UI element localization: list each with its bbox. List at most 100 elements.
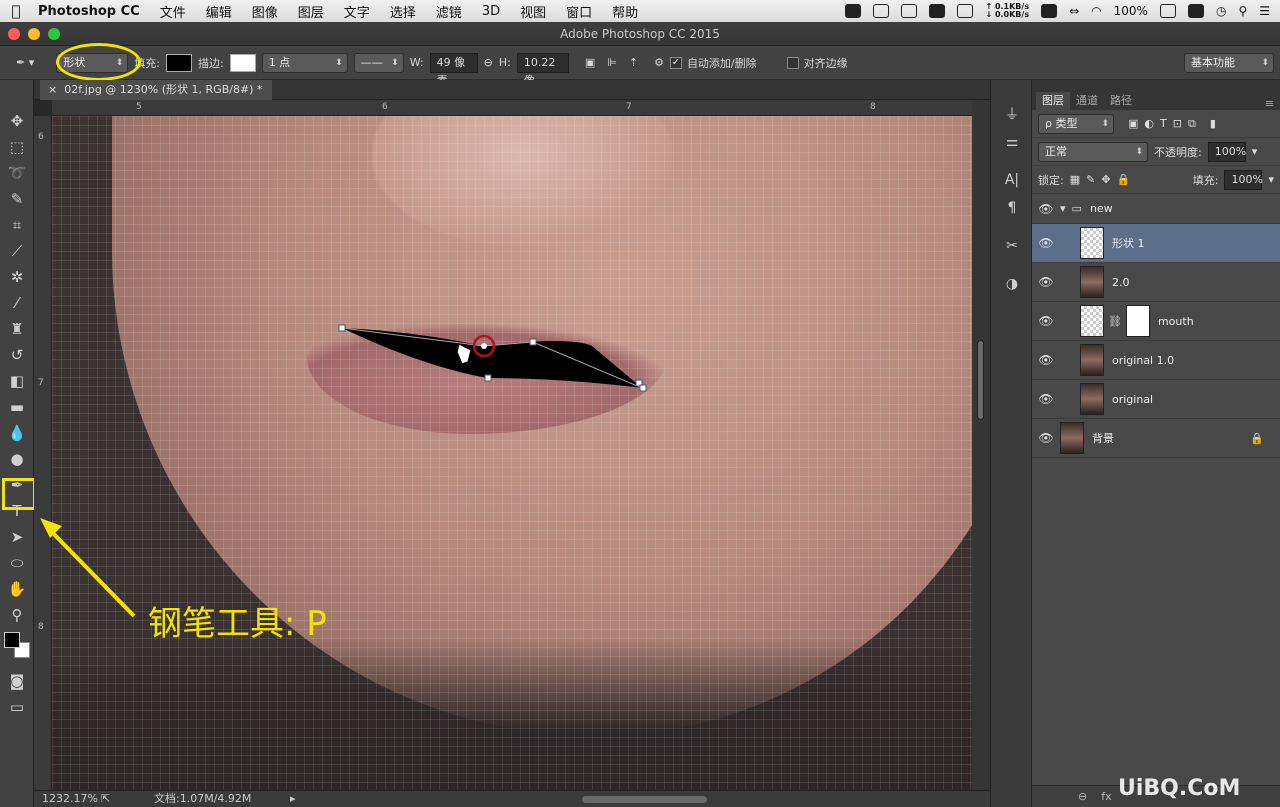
- brush-tool-icon[interactable]: ⁄: [0, 290, 34, 316]
- layer-row-selected[interactable]: 👁 形状 1: [1032, 224, 1280, 263]
- share-icon[interactable]: ⇱: [101, 791, 110, 807]
- qq-icon[interactable]: [845, 4, 862, 18]
- horizontal-scroll-thumb[interactable]: [582, 796, 707, 803]
- tools-presets-icon[interactable]: ✂: [991, 232, 1033, 260]
- fill-swatch[interactable]: [165, 53, 192, 72]
- history-brush-tool-icon[interactable]: ↺: [0, 342, 34, 368]
- character-panel-icon[interactable]: A|: [991, 166, 1033, 194]
- visibility-eye-icon[interactable]: 👁: [1032, 431, 1060, 445]
- hand-tool-icon[interactable]: ✋: [0, 576, 34, 602]
- clock-icon[interactable]: ◷: [1216, 4, 1226, 18]
- s-app-icon[interactable]: [1187, 4, 1204, 18]
- visibility-eye-icon[interactable]: 👁: [1032, 353, 1060, 367]
- fill-dropdown-icon[interactable]: ▾: [1268, 173, 1274, 186]
- quick-select-tool-icon[interactable]: ✎: [0, 186, 34, 212]
- lasso-tool-icon[interactable]: ➰: [0, 160, 34, 186]
- notification-list-icon[interactable]: ☰: [1259, 4, 1270, 18]
- apple-menu-icon[interactable]: : [0, 2, 32, 20]
- paragraph-panel-icon[interactable]: ¶: [991, 194, 1033, 222]
- clipboard-icon[interactable]: [929, 4, 946, 18]
- visibility-eye-icon[interactable]: 👁: [1032, 392, 1060, 406]
- gradient-tool-icon[interactable]: ▬: [0, 394, 34, 420]
- menu-view[interactable]: 视图: [510, 2, 556, 21]
- menu-filter[interactable]: 滤镜: [426, 2, 472, 21]
- vertical-scrollbar[interactable]: [972, 100, 990, 790]
- layer-row-group[interactable]: 👁 ▾ ▭ new: [1032, 194, 1280, 224]
- active-anchor-point[interactable]: [481, 343, 487, 349]
- filter-toggle-icon[interactable]: ▮: [1210, 117, 1216, 130]
- document-tab[interactable]: × 02f.jpg @ 1230% (形状 1, RGB/8#) *: [40, 80, 273, 100]
- lock-all-icon[interactable]: 🔒: [1117, 173, 1131, 186]
- ellipse-tool-icon[interactable]: ⬭: [0, 550, 34, 576]
- path-operations-icon[interactable]: ▣: [585, 56, 595, 69]
- status-menu-arrow-icon[interactable]: ▸: [290, 791, 296, 807]
- height-field[interactable]: 10.22 像: [516, 52, 569, 87]
- path-alignment-icon[interactable]: ⊫: [607, 56, 617, 69]
- panel-menu-icon[interactable]: ≡: [1265, 97, 1274, 110]
- quick-mask-icon[interactable]: ◙: [0, 668, 34, 694]
- eraser-tool-icon[interactable]: ◧: [0, 368, 34, 394]
- history-panel-icon[interactable]: ⏚: [991, 100, 1033, 128]
- filter-adjustment-icon[interactable]: ◐: [1144, 117, 1154, 130]
- opacity-field[interactable]: 100%: [1207, 141, 1246, 162]
- zoom-level[interactable]: 1232.17%: [42, 791, 98, 807]
- menu-3d[interactable]: 3D: [472, 4, 510, 19]
- mask-link-icon[interactable]: ⛓: [1108, 315, 1122, 328]
- lock-transparent-icon[interactable]: ▦: [1070, 173, 1080, 186]
- filter-smart-object-icon[interactable]: ⧉: [1188, 117, 1196, 131]
- anchor-point[interactable]: [338, 324, 346, 332]
- menu-help[interactable]: 帮助: [602, 2, 648, 21]
- menu-file[interactable]: 文件: [150, 2, 196, 21]
- marquee-tool-icon[interactable]: ⬚: [0, 134, 34, 160]
- menubar-app-icon[interactable]: [957, 4, 974, 18]
- layer-style-icon[interactable]: fx: [1101, 790, 1111, 803]
- visibility-eye-icon[interactable]: 👁: [1032, 236, 1060, 250]
- group-expand-icon[interactable]: ▾: [1060, 202, 1066, 215]
- wifi-icon[interactable]: ◠: [1091, 4, 1101, 18]
- eyedropper-tool-icon[interactable]: ⟋: [0, 238, 34, 264]
- filter-shape-icon[interactable]: ⊡: [1173, 117, 1182, 130]
- camera-icon[interactable]: [901, 4, 918, 18]
- drive-icon[interactable]: [1041, 4, 1058, 18]
- document-canvas[interactable]: [52, 116, 972, 790]
- visibility-eye-icon[interactable]: 👁: [1032, 202, 1060, 216]
- stroke-swatch[interactable]: [229, 53, 256, 72]
- dodge-tool-icon[interactable]: ●: [0, 446, 34, 472]
- transfer-icon[interactable]: ⇔: [1069, 4, 1079, 18]
- close-window-button[interactable]: [8, 28, 20, 40]
- visibility-eye-icon[interactable]: 👁: [1032, 275, 1060, 289]
- layer-row[interactable]: 👁 original 1.0: [1032, 341, 1280, 380]
- lock-position-icon[interactable]: ✥: [1101, 173, 1110, 186]
- menu-type[interactable]: 文字: [334, 2, 380, 21]
- tab-channels[interactable]: 通道: [1070, 92, 1104, 110]
- anchor-point[interactable]: [639, 384, 647, 392]
- filter-pixel-icon[interactable]: ▣: [1128, 117, 1138, 130]
- tab-layers[interactable]: 图层: [1036, 92, 1070, 110]
- screen-mode-icon[interactable]: ▭: [0, 694, 34, 720]
- workspace-select[interactable]: 基本功能: [1184, 52, 1274, 73]
- gear-icon[interactable]: ⚙: [654, 56, 664, 69]
- layer-filter-select[interactable]: ρ 类型: [1038, 113, 1114, 134]
- menu-edit[interactable]: 编辑: [196, 2, 242, 21]
- link-layers-icon[interactable]: ⊖: [1078, 790, 1087, 803]
- adjustments-panel-icon[interactable]: ◑: [991, 270, 1033, 298]
- path-arrangement-icon[interactable]: ⇡: [629, 56, 638, 69]
- zoom-tool-icon[interactable]: ⚲: [0, 602, 34, 628]
- menu-layer[interactable]: 图层: [288, 2, 334, 21]
- path-selection-tool-icon[interactable]: ➤: [0, 524, 34, 550]
- auto-add-delete-checkbox[interactable]: ✓ 自动添加/删除: [669, 55, 757, 71]
- zoom-window-button[interactable]: [48, 28, 60, 40]
- visibility-eye-icon[interactable]: 👁: [1032, 314, 1060, 328]
- pen-tool-preset-icon[interactable]: ✒ ▾: [16, 56, 34, 69]
- healing-brush-tool-icon[interactable]: ✲: [0, 264, 34, 290]
- properties-panel-icon[interactable]: ⚌: [991, 128, 1033, 156]
- close-tab-icon[interactable]: ×: [48, 83, 61, 96]
- link-icon[interactable]: ⊖: [484, 56, 493, 69]
- wechat-icon[interactable]: [873, 4, 890, 18]
- align-edges-checkbox[interactable]: 对齐边缘: [786, 55, 848, 71]
- move-tool-icon[interactable]: ✥: [0, 108, 34, 134]
- tool-mode-select[interactable]: 形状: [56, 52, 129, 73]
- stroke-width-field[interactable]: 1 点: [261, 52, 348, 73]
- blur-tool-icon[interactable]: 💧: [0, 420, 34, 446]
- fill-field[interactable]: 100%: [1224, 169, 1263, 190]
